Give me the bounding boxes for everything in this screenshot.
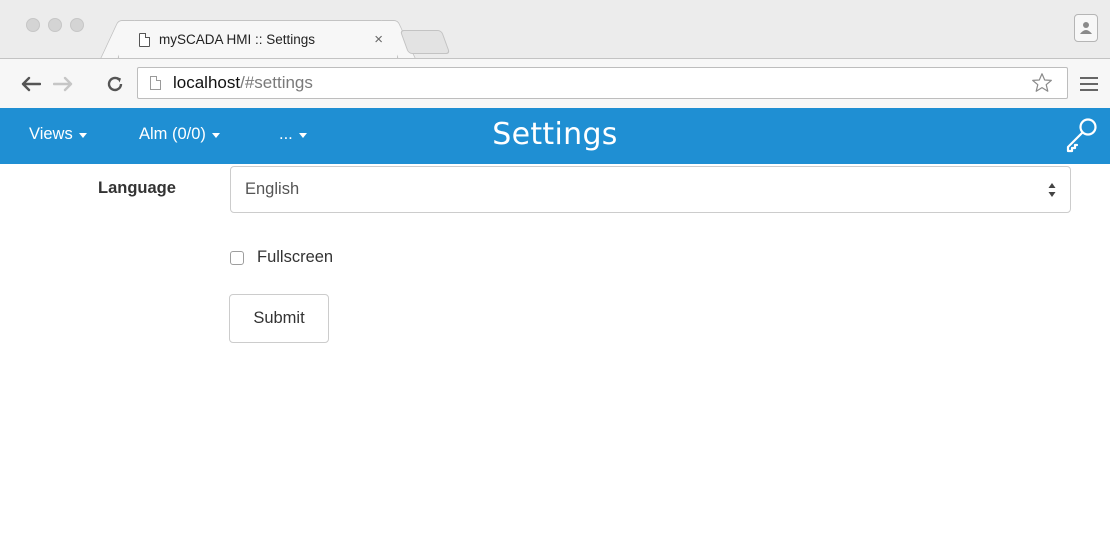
arrow-right-icon [53,76,73,92]
maximize-window-button[interactable] [70,18,84,32]
browser-chrome: mySCADA HMI :: Settings × localhost /#se… [0,0,1110,108]
browser-toolbar: localhost/#settings [0,58,1110,108]
person-icon [1080,22,1092,34]
arrow-left-icon [21,76,41,92]
fullscreen-option[interactable]: Fullscreen [230,248,333,267]
fullscreen-checkbox[interactable] [230,250,244,265]
fullscreen-label: Fullscreen [257,248,334,266]
window-controls [26,18,84,32]
tab-strip: mySCADA HMI :: Settings × [0,0,1110,58]
minimize-window-button[interactable] [48,18,62,32]
forward-button[interactable] [52,73,74,95]
bookmark-star-icon[interactable] [1031,72,1053,94]
profile-button[interactable] [1074,14,1098,42]
browser-menu-icon[interactable] [1080,77,1098,91]
app-navbar: Views Alm (0/0) ... Settings [0,108,1110,164]
page-title: Settings [492,117,618,152]
key-icon[interactable] [1064,117,1098,155]
page-icon [139,32,150,47]
language-select[interactable]: English [230,166,1071,213]
select-arrows-icon [1048,183,1056,197]
submit-button[interactable]: Submit [229,294,329,343]
address-bar[interactable]: localhost/#settings [137,67,1068,99]
reload-button[interactable] [104,73,126,95]
url-host: localhost [173,73,241,92]
language-selected-value: English [245,180,300,198]
back-button[interactable] [20,73,42,95]
tab-title: mySCADA HMI :: Settings [159,32,316,47]
page-icon [150,76,161,90]
browser-tab-active[interactable]: mySCADA HMI :: Settings × [118,20,398,58]
tab-close-icon[interactable]: × [374,31,383,48]
url-path: /#settings [240,73,313,92]
new-tab-button[interactable] [399,30,451,54]
close-window-button[interactable] [26,18,40,32]
language-label: Language [98,179,176,197]
reload-icon [107,76,123,92]
